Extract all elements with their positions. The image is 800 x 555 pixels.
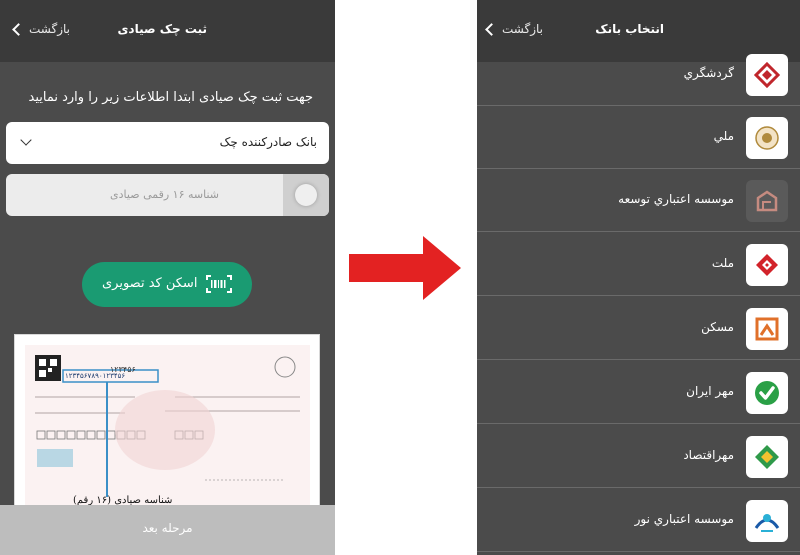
bank-item-mehr-iran[interactable]: مهر ايران (477, 362, 800, 424)
chevron-down-icon (20, 134, 32, 146)
page-title: انتخاب بانک (595, 22, 664, 36)
melli-logo-icon (746, 117, 788, 159)
bank-name: ملت (711, 256, 734, 270)
select-bank-screen: بازگشت انتخاب بانک گردشگري ملي موسسه اعت… (477, 0, 800, 555)
bank-name: گردشگري (683, 66, 734, 80)
bank-item-mellat[interactable]: ملت (477, 234, 800, 296)
sample-cheque-image: ۱۲۳۴۵۶ ۱۲۳۴۵۶۷۸۹۰۱۲۳۴۵۶ شناسه صیادی (۱۶ … (14, 334, 320, 524)
chevron-left-icon (12, 22, 25, 36)
register-cheque-screen: بازگشت ثبت چک صیادی جهت ثبت چک صیادی ابت… (0, 0, 335, 555)
bank-name: مهر ايران (686, 384, 734, 398)
next-step-label: مرحله بعد (142, 521, 193, 535)
issuing-bank-label: بانک صادرکننده چک (219, 135, 317, 149)
next-step-button[interactable]: مرحله بعد (0, 505, 335, 555)
cheque-sayad-id: ۱۲۳۴۵۶۷۸۹۰۱۲۳۴۵۶ (65, 372, 126, 380)
id-field-action-button[interactable] (283, 174, 329, 216)
noor-logo-icon (746, 500, 788, 542)
bank-item-melli[interactable]: ملي (477, 107, 800, 169)
tosee-logo-icon (746, 180, 788, 222)
issuing-bank-select[interactable]: بانک صادرکننده چک (6, 122, 329, 164)
sayad-id-input[interactable]: شناسه ۱۶ رقمی صیادی (6, 174, 329, 216)
back-label: بازگشت (29, 22, 70, 36)
bank-name: ملي (713, 129, 734, 143)
back-button[interactable]: بازگشت (485, 22, 543, 36)
chevron-left-icon (485, 22, 498, 36)
bank-name: مهراقتصاد (683, 448, 734, 462)
circle-icon (295, 184, 317, 206)
mehr-eghtesad-logo-icon (746, 436, 788, 478)
gardeshgari-logo-icon (746, 54, 788, 96)
sayad-id-placeholder: شناسه ۱۶ رقمی صیادی (110, 188, 219, 201)
back-label: بازگشت (502, 22, 543, 36)
mellat-logo-icon (746, 244, 788, 286)
bank-name: موسسه اعتباري نور (634, 512, 734, 526)
scan-button-label: اسکن کد تصویری (102, 276, 198, 291)
bank-name: مسکن (701, 320, 734, 334)
page-title: ثبت چک صیادی (117, 22, 207, 36)
bank-item-mehr-eghtesad[interactable]: مهراقتصاد (477, 426, 800, 488)
bank-item-noor[interactable]: موسسه اعتباري نور (477, 490, 800, 552)
transition-arrow (345, 232, 465, 304)
mehr-iran-logo-icon (746, 372, 788, 414)
instruction-text: جهت ثبت چک صیادی ابتدا اطلاعات زیر را وا… (28, 90, 313, 105)
bank-item-tosee[interactable]: موسسه اعتباري توسعه (477, 170, 800, 232)
bank-name: موسسه اعتباري توسعه (618, 192, 734, 206)
maskan-logo-icon (746, 308, 788, 350)
scan-code-button[interactable]: اسکن کد تصویری (82, 262, 252, 307)
bank-item-gardeshgari[interactable]: گردشگري (477, 44, 800, 106)
right-arrow-icon (349, 236, 461, 300)
bank-item-maskan[interactable]: مسکن (477, 298, 800, 360)
back-button[interactable]: بازگشت (12, 22, 70, 36)
barcode-icon (206, 275, 232, 293)
top-bar: بازگشت ثبت چک صیادی (0, 0, 335, 62)
